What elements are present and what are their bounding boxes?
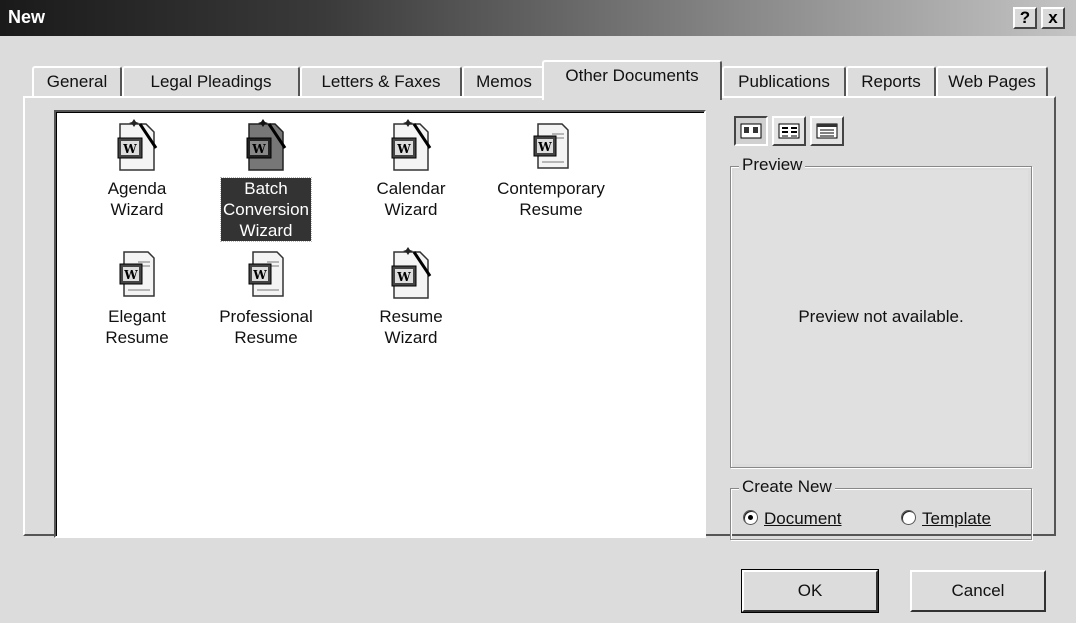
- title-bar: New ? x: [0, 0, 1076, 36]
- template-item[interactable]: W Elegant Resume: [72, 246, 202, 348]
- template-radio-label: Template: [922, 509, 991, 528]
- document-radio-label: Document: [764, 509, 842, 528]
- tab-publications[interactable]: Publications: [722, 66, 846, 98]
- tab-general[interactable]: General: [32, 66, 122, 98]
- template-item[interactable]: W Resume Wizard: [346, 246, 476, 348]
- svg-text:W: W: [123, 268, 138, 282]
- word-document-icon: W: [119, 251, 155, 297]
- template-radio[interactable]: Template: [901, 509, 991, 529]
- template-label: Elegant Resume: [105, 307, 169, 347]
- template-label: Calendar Wizard: [376, 179, 446, 219]
- svg-text:W: W: [396, 270, 411, 284]
- template-label: Agenda Wizard: [107, 179, 167, 219]
- preview-message: Preview not available.: [798, 307, 964, 326]
- cancel-button[interactable]: Cancel: [910, 570, 1046, 612]
- template-label: Contemporary Resume: [497, 179, 605, 219]
- tab-reports[interactable]: Reports: [846, 66, 936, 98]
- create-new-group: Create New Document Template: [730, 477, 1032, 540]
- word-wizard-icon: W: [246, 119, 287, 171]
- tab-letters-faxes[interactable]: Letters & Faxes: [300, 66, 462, 98]
- create-new-group-label: Create New: [739, 477, 835, 497]
- template-item[interactable]: W Contemporary Resume: [476, 118, 626, 220]
- help-button[interactable]: ?: [1013, 7, 1037, 29]
- tab-legal-pleadings[interactable]: Legal Pleadings: [122, 66, 300, 98]
- svg-text:W: W: [252, 268, 267, 282]
- radio-indicator: [901, 510, 916, 525]
- template-list[interactable]: W Agenda Wizard W Batch Conversion Wizar…: [54, 110, 706, 538]
- template-item[interactable]: W Agenda Wizard: [72, 118, 202, 220]
- svg-text:W: W: [122, 142, 137, 156]
- word-wizard-icon: W: [391, 119, 432, 171]
- template-item[interactable]: W Calendar Wizard: [346, 118, 476, 220]
- word-wizard-icon: W: [391, 247, 432, 299]
- word-document-icon: W: [533, 123, 569, 169]
- svg-text:W: W: [251, 142, 266, 156]
- ok-button[interactable]: OK: [741, 569, 879, 613]
- template-item[interactable]: W Professional Resume: [201, 246, 331, 348]
- close-button[interactable]: x: [1041, 7, 1065, 29]
- window-title: New: [8, 7, 46, 27]
- large-icons-view-icon: [740, 123, 762, 139]
- list-view-button[interactable]: [772, 116, 806, 146]
- preview-group: Preview Preview not available.: [730, 155, 1032, 468]
- tab-web-pages[interactable]: Web Pages: [936, 66, 1048, 98]
- tab-memos[interactable]: Memos: [462, 66, 546, 98]
- tab-other-documents[interactable]: Other Documents: [542, 60, 722, 100]
- template-label: Batch Conversion Wizard: [220, 177, 312, 242]
- radio-indicator: [743, 510, 758, 525]
- svg-text:W: W: [537, 140, 552, 154]
- word-wizard-icon: W: [117, 119, 158, 171]
- template-label: Resume Wizard: [379, 307, 443, 347]
- details-view-icon: [816, 123, 838, 139]
- document-radio[interactable]: Document: [743, 509, 841, 529]
- large-icons-view-button[interactable]: [734, 116, 768, 146]
- details-view-button[interactable]: [810, 116, 844, 146]
- template-label: Professional Resume: [219, 307, 313, 347]
- list-view-icon: [778, 123, 800, 139]
- template-item-selected[interactable]: W Batch Conversion Wizard: [201, 118, 331, 242]
- svg-text:W: W: [396, 142, 411, 156]
- word-document-icon: W: [248, 251, 284, 297]
